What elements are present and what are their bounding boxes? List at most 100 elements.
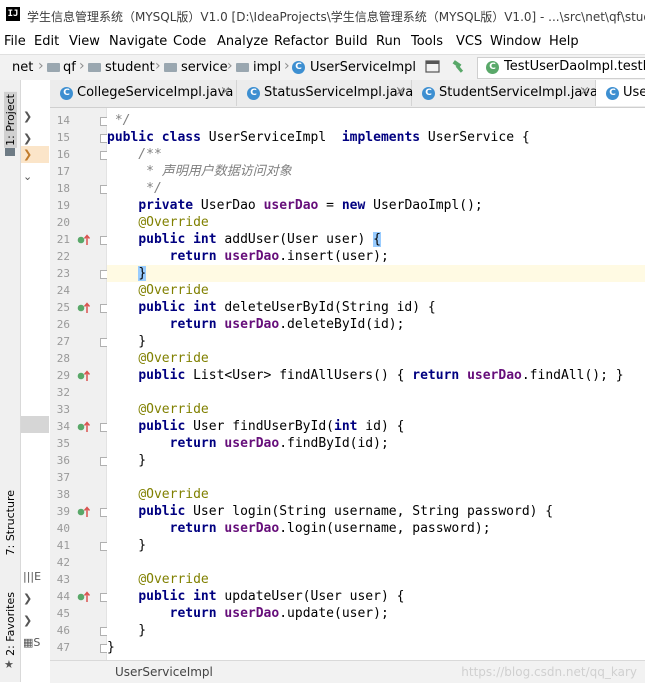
code-line[interactable]: /** [107, 146, 645, 163]
status-file-name: UserServiceImpl [115, 665, 213, 679]
code-editor[interactable]: */public class UserServiceImpl implement… [107, 108, 645, 660]
menu-code[interactable]: Code [173, 34, 206, 49]
code-line[interactable]: public int addUser(User user) { [107, 231, 645, 248]
class-icon: C [606, 87, 619, 100]
window-layout-icon[interactable] [425, 60, 440, 73]
code-line[interactable]: public int updateUser(User user) { [107, 588, 645, 605]
chevron-right-icon[interactable]: ❯ [23, 110, 32, 123]
line-number: 40 [56, 522, 70, 535]
override-arrow-icon[interactable] [77, 421, 91, 433]
menu-build[interactable]: Build [335, 34, 368, 49]
run-configuration-select[interactable]: C TestUserDaoImpl.testLo [477, 57, 645, 79]
code-line[interactable]: } [107, 639, 645, 656]
code-line[interactable]: public User login(String username, Strin… [107, 503, 645, 520]
code-line[interactable] [107, 554, 645, 571]
build-hammer-icon[interactable] [452, 60, 467, 73]
code-line[interactable]: public class UserServiceImpl implements … [107, 129, 645, 146]
code-line[interactable]: } [107, 452, 645, 469]
code-line[interactable]: return userDao.update(user); [107, 605, 645, 622]
line-number: 16 [56, 148, 70, 161]
code-line[interactable] [107, 469, 645, 486]
breadcrumb-userserviceimpl[interactable]: UserServiceImpl [310, 60, 416, 75]
override-arrow-icon[interactable] [77, 302, 91, 314]
code-line[interactable]: @Override [107, 486, 645, 503]
close-icon[interactable]: × [220, 84, 231, 99]
menu-help[interactable]: Help [549, 34, 579, 49]
line-number: 46 [56, 624, 70, 637]
override-arrow-icon[interactable] [77, 370, 91, 382]
chevron-right-icon[interactable]: ❯ [23, 592, 32, 605]
code-line[interactable]: } [107, 333, 645, 350]
structure-tool-tab[interactable]: 7: Structure [4, 490, 17, 555]
intellij-icon: IJ [6, 7, 20, 21]
code-line[interactable] [107, 384, 645, 401]
tab-student-service-impl[interactable]: C StudentServiceImpl.java × [412, 80, 598, 106]
chevron-down-icon[interactable]: ⌄ [23, 170, 32, 183]
line-number: 27 [56, 335, 70, 348]
tab-user-service-impl[interactable]: C Use [596, 80, 645, 106]
code-line[interactable]: * 声明用户数据访问对象 [107, 163, 645, 180]
project-tool-tab[interactable]: 1: Project [4, 92, 17, 148]
run-config-label: TestUserDaoImpl.testLo [504, 59, 645, 74]
code-line[interactable]: @Override [107, 401, 645, 418]
menu-refactor[interactable]: Refactor [274, 34, 329, 49]
menu-file[interactable]: File [4, 34, 26, 49]
menu-run[interactable]: Run [376, 34, 401, 49]
code-line[interactable]: */ [107, 180, 645, 197]
code-line[interactable]: */ [107, 112, 645, 129]
status-bar: UserServiceImpl https://blog.csdn.net/qq… [50, 660, 645, 683]
tab-college-service-impl[interactable]: C CollegeServiceImpl.java × [50, 80, 237, 106]
line-number: 44 [56, 590, 70, 603]
menu-analyze[interactable]: Analyze [217, 34, 268, 49]
breadcrumb-student[interactable]: student [105, 60, 155, 75]
code-line[interactable]: } [107, 622, 645, 639]
breadcrumb-net[interactable]: net [12, 60, 33, 75]
line-number: 19 [56, 199, 70, 212]
line-number: 34 [56, 420, 70, 433]
line-number: 18 [56, 182, 70, 195]
code-line[interactable]: return userDao.login(username, password)… [107, 520, 645, 537]
chevron-right-icon: › [227, 58, 233, 74]
breadcrumb-service[interactable]: service [181, 60, 228, 75]
class-icon: C [247, 87, 260, 100]
chevron-right-icon[interactable]: ❯ [23, 132, 32, 145]
chevron-right-icon[interactable]: ❯ [23, 148, 32, 161]
code-line[interactable]: public int deleteUserById(String id) { [107, 299, 645, 316]
line-number: 25 [56, 301, 70, 314]
tab-label: StudentServiceImpl.java [439, 85, 598, 100]
menu-window[interactable]: Window [490, 34, 541, 49]
breadcrumb-qf[interactable]: qf [63, 60, 76, 75]
chevron-right-icon: › [155, 58, 161, 74]
code-line[interactable]: @Override [107, 350, 645, 367]
code-line[interactable]: } [107, 537, 645, 554]
code-line[interactable]: return userDao.deleteById(id); [107, 316, 645, 333]
chevron-right-icon: › [284, 58, 290, 74]
tree-selected-row[interactable] [21, 416, 49, 433]
code-line[interactable]: @Override [107, 282, 645, 299]
override-arrow-icon[interactable] [77, 506, 91, 518]
code-line[interactable]: public User findUserById(int id) { [107, 418, 645, 435]
code-line[interactable]: } [107, 265, 645, 282]
menu-tools[interactable]: Tools [411, 34, 443, 49]
close-icon[interactable]: × [579, 84, 590, 99]
menu-vcs[interactable]: VCS [456, 34, 482, 49]
favorites-tool-tab[interactable]: 2: Favorites [4, 592, 17, 656]
breadcrumb-impl[interactable]: impl [253, 60, 281, 75]
chevron-right-icon[interactable]: ❯ [23, 614, 32, 627]
code-line[interactable]: return userDao.insert(user); [107, 248, 645, 265]
close-icon[interactable]: × [395, 84, 406, 99]
line-number: 37 [56, 471, 70, 484]
tab-status-service-impl[interactable]: C StatusServiceImpl.java × [237, 80, 413, 106]
code-line[interactable]: @Override [107, 214, 645, 231]
code-line[interactable]: @Override [107, 571, 645, 588]
menu-view[interactable]: View [69, 34, 100, 49]
menu-edit[interactable]: Edit [34, 34, 59, 49]
menu-navigate[interactable]: Navigate [109, 34, 167, 49]
override-arrow-icon[interactable] [77, 234, 91, 246]
code-line[interactable]: return userDao.findById(id); [107, 435, 645, 452]
line-number: 41 [56, 539, 70, 552]
library-icon: |||E [23, 570, 42, 583]
code-line[interactable]: public List<User> findAllUsers() { retur… [107, 367, 645, 384]
override-arrow-icon[interactable] [77, 591, 91, 603]
code-line[interactable]: private UserDao userDao = new UserDaoImp… [107, 197, 645, 214]
